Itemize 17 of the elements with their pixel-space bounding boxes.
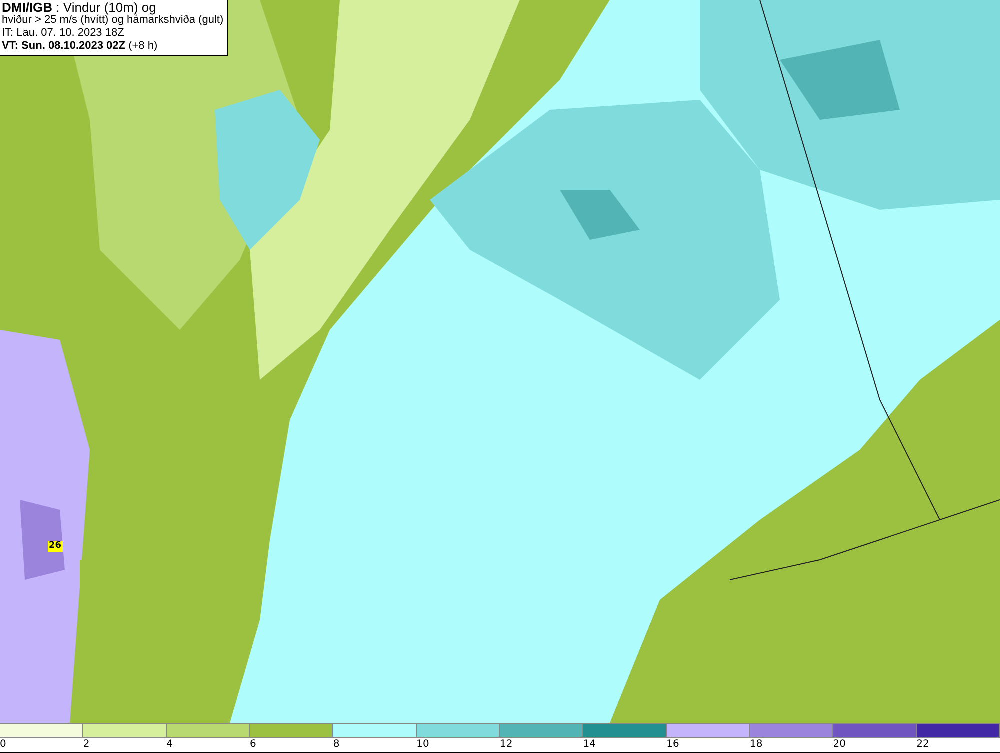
title-line: VT: Sun. 08.10.2023 02Z (+8 h) [2, 40, 159, 53]
title-line: DMI/IGB : Vindur (10m) og [2, 1, 156, 14]
legend-label: 0 [0, 738, 6, 752]
legend-label: 6 [250, 738, 256, 752]
legend-label: 14 [583, 738, 596, 752]
legend-label: 8 [333, 738, 340, 752]
legend-label: 10 [416, 738, 430, 752]
gust-label: 26 [48, 541, 63, 552]
title-line: hviður > 25 m/s (hvítt) og hámarkshviða (gult) [2, 14, 224, 27]
legend-label: 4 [166, 738, 174, 752]
legend-label: 16 [666, 738, 680, 752]
legend-label: 12 [500, 738, 513, 752]
legend-label: 2 [83, 738, 90, 752]
title-line: IT: Lau. 07. 10. 2023 18Z [2, 27, 126, 40]
legend-label: 18 [750, 738, 763, 752]
legend-label: 22 [916, 738, 930, 752]
legend-label: 20 [833, 738, 846, 752]
